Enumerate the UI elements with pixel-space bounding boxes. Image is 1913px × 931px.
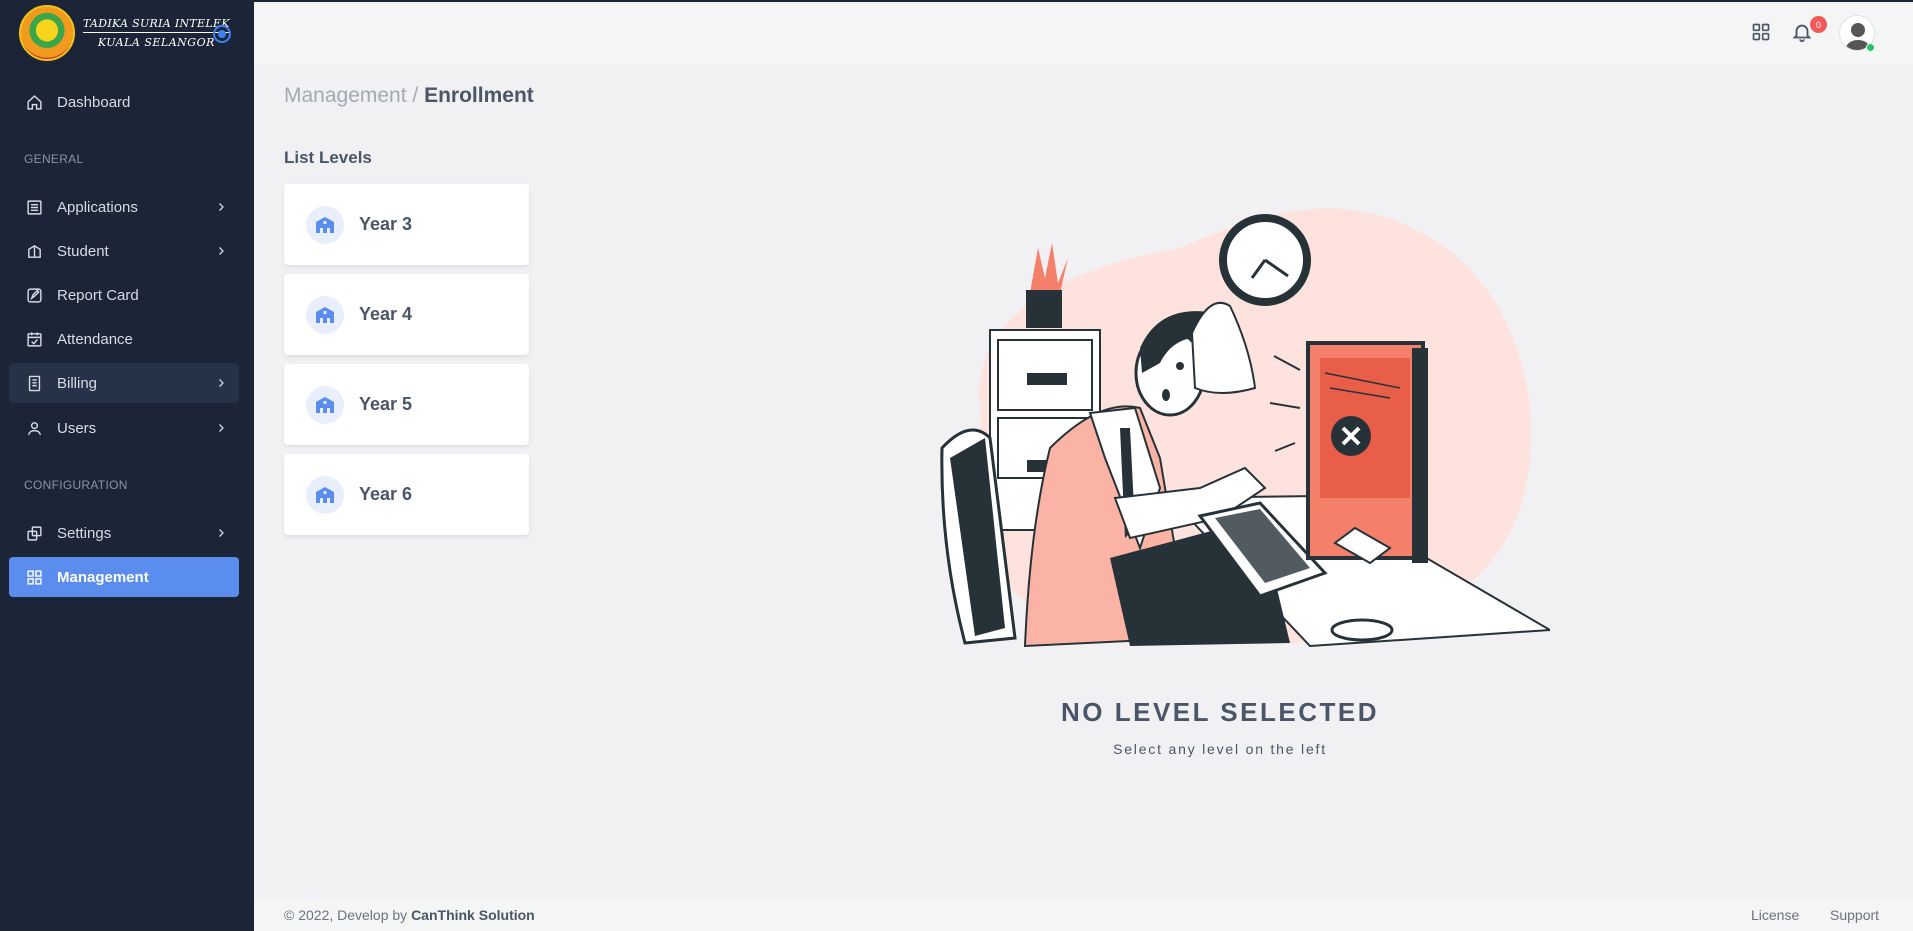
sidebar-item-users[interactable]: Users [9, 408, 239, 448]
notification-badge: 0 [1810, 16, 1827, 33]
brand-name: TADIKA SURIA INTELEK KUALA SELANGOR [83, 18, 230, 48]
support-link[interactable]: Support [1830, 907, 1879, 923]
company-link[interactable]: CanThink Solution [411, 907, 535, 923]
sidebar-item-applications[interactable]: Applications [9, 187, 239, 227]
sidebar-item-label: Attendance [57, 330, 133, 348]
list-levels-title: List Levels [284, 148, 372, 167]
brand[interactable]: TADIKA SURIA INTELEK KUALA SELANGOR [0, 0, 254, 66]
online-status-indicator [1866, 43, 1875, 52]
chevron-right-icon [215, 376, 227, 393]
sidebar-item-label: Users [57, 419, 97, 437]
breadcrumb-parent[interactable]: Management / [284, 84, 424, 107]
brand-line-2: KUALA SELANGOR [97, 36, 215, 49]
level-label: Year 4 [359, 304, 413, 324]
settings-icon [25, 524, 43, 542]
user-icon [25, 419, 43, 437]
sidebar-item-report-card[interactable]: Report Card [9, 275, 239, 315]
level-label: Year 6 [359, 484, 413, 504]
sidebar-item-label: Applications [57, 198, 138, 216]
level-card-year-3[interactable]: Year 3 [284, 184, 529, 265]
school-icon [306, 475, 344, 514]
sidebar-item-settings[interactable]: Settings [9, 513, 239, 553]
level-label: Year 3 [359, 214, 413, 234]
edit-icon [25, 286, 43, 304]
empty-state-subtitle: Select any level on the left [1113, 741, 1327, 757]
sidebar-item-billing[interactable]: Billing [9, 363, 239, 403]
section-configuration: CONFIGURATION [24, 478, 128, 492]
school-icon [306, 205, 344, 244]
school-logo [19, 5, 75, 61]
clock-icon [1219, 214, 1311, 306]
sidebar-item-label: Billing [57, 374, 98, 392]
chevron-right-icon [215, 526, 227, 543]
sidebar-item-label: Dashboard [57, 93, 131, 111]
calendar-check-icon [25, 330, 43, 348]
home-icon [25, 93, 43, 111]
sidebar-item-dashboard[interactable]: Dashboard [9, 82, 239, 122]
sidebar: TADIKA SURIA INTELEK KUALA SELANGOR Dash… [0, 0, 254, 931]
chevron-right-icon [215, 244, 227, 261]
footer: © 2022, Develop by CanThink Solution Lic… [254, 898, 1913, 931]
brand-line-1: TADIKA SURIA INTELEK [83, 18, 230, 33]
sidebar-item-label: Settings [57, 524, 112, 542]
apps-grid-icon[interactable] [1751, 22, 1771, 47]
school-icon [306, 385, 344, 424]
sidebar-item-attendance[interactable]: Attendance [9, 319, 239, 359]
sidebar-item-student[interactable]: Student [9, 231, 239, 271]
top-bar [254, 0, 1913, 64]
breadcrumb-current: Enrollment [424, 84, 534, 107]
list-icon [25, 198, 43, 216]
section-general: GENERAL [24, 152, 84, 166]
level-card-year-5[interactable]: Year 5 [284, 364, 529, 445]
empty-state-title: NO LEVEL SELECTED [1061, 697, 1379, 727]
level-card-year-6[interactable]: Year 6 [284, 454, 529, 535]
grid-icon [25, 568, 43, 586]
sidebar-item-label: Management [57, 568, 149, 586]
sidebar-item-management[interactable]: Management [9, 557, 239, 597]
copyright-text: © 2022, Develop by [284, 907, 412, 923]
chevron-right-icon [215, 421, 227, 438]
sidebar-item-label: Student [57, 242, 109, 260]
receipt-icon [25, 374, 43, 392]
license-link[interactable]: License [1751, 907, 1799, 923]
book-icon [25, 242, 43, 260]
level-label: Year 5 [359, 394, 413, 414]
chevron-right-icon [215, 200, 227, 217]
breadcrumb: Management / Enrollment [284, 84, 534, 108]
level-card-year-4[interactable]: Year 4 [284, 274, 529, 355]
sidebar-item-label: Report Card [57, 286, 139, 304]
school-icon [306, 295, 344, 334]
copyright: © 2022, Develop by CanThink Solution [284, 907, 535, 923]
empty-state-illustration [930, 198, 1554, 654]
sidebar-toggle-icon[interactable] [213, 25, 231, 43]
